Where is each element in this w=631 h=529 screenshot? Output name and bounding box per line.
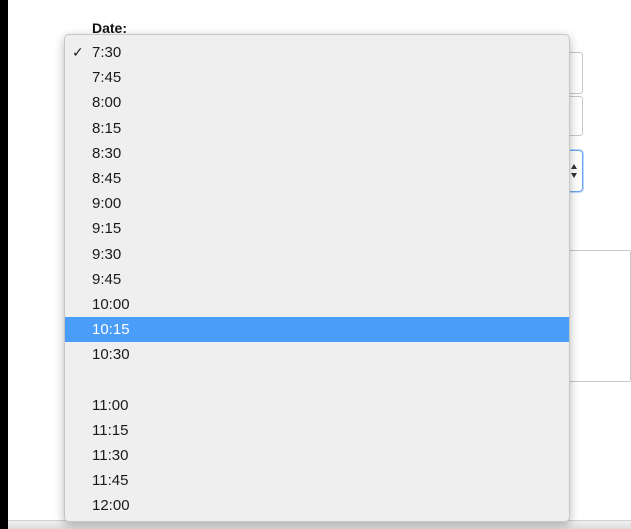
time-option-label: 9:45 [92,270,122,288]
time-option[interactable]: 8:45 [65,166,569,191]
time-option-label: 8:30 [92,144,122,162]
time-option-label: 11:30 [92,447,129,464]
time-option[interactable]: 9:00 [65,191,569,216]
time-option-label: 7:45 [92,69,122,87]
time-option-label: 7:30 [92,44,122,61]
time-option[interactable] [65,367,569,392]
time-option[interactable]: 7:45 [65,65,569,90]
time-option[interactable]: 8:00 [65,90,569,115]
time-option-label: 9:30 [92,245,122,263]
time-option-label: 11:00 [92,396,129,414]
time-option[interactable]: 10:15 [65,317,569,343]
time-option[interactable]: 8:30 [65,141,569,166]
checkmark-icon: ✓ [72,44,84,60]
select-stepper-icon [571,163,578,179]
time-option-label: 10:15 [92,321,130,339]
time-option[interactable]: 9:45 [65,267,569,292]
time-option[interactable]: 8:15 [65,116,569,141]
time-option[interactable]: 10:00 [65,292,569,317]
time-option[interactable]: 10:30 [65,342,569,367]
time-option[interactable]: ✓ 7:30 [65,40,569,65]
time-option[interactable]: 9:30 [65,242,569,267]
time-option-label: 9:00 [92,195,122,213]
time-option-label: 9:15 [92,220,122,238]
time-option[interactable]: 11:30 [65,443,569,468]
time-option-label: 11:15 [92,421,129,439]
time-option-label: 11:45 [92,472,129,490]
time-option-label: 10:30 [92,346,130,364]
time-option-label: 8:00 [92,94,122,112]
time-dropdown-menu[interactable]: ✓ 7:30 7:45 8:00 8:15 8:30 8:45 9:00 9:15… [64,34,570,522]
time-option[interactable]: 11:15 [65,418,569,443]
time-option[interactable]: 12:00 [65,493,569,518]
notes-textarea[interactable] [568,250,631,382]
time-option-label: 12:00 [92,497,130,515]
time-option[interactable]: 11:00 [65,393,569,418]
time-option-label: 8:15 [92,119,122,137]
time-option[interactable]: 9:15 [65,216,569,241]
time-option-label: 10:00 [92,295,130,313]
time-option[interactable]: 11:45 [65,468,569,493]
time-option-label: 8:45 [92,169,122,187]
